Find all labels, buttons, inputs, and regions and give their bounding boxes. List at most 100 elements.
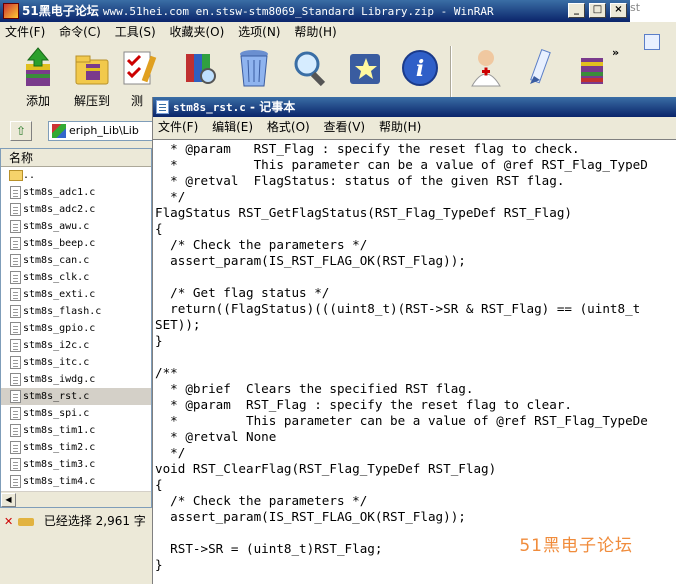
menu-tools[interactable]: 工具(S) bbox=[110, 22, 161, 42]
list-item[interactable]: stm8s_tim2.c bbox=[1, 439, 151, 456]
np-menu-format[interactable]: 格式(O) bbox=[262, 117, 315, 137]
doctor-icon bbox=[471, 50, 501, 87]
list-item[interactable]: stm8s_tim4.c bbox=[1, 473, 151, 490]
address-field[interactable]: eriph_Lib\Lib bbox=[48, 121, 153, 141]
status-bar: ✕ 已经选择 2,961 字 bbox=[0, 512, 152, 530]
winrar-title-site: 51黑电子论坛 bbox=[22, 4, 99, 18]
list-item-selected[interactable]: stm8s_rst.c bbox=[1, 388, 151, 405]
address-bar: ⇧ eriph_Lib\Lib bbox=[0, 118, 155, 144]
code-line: * @retval None bbox=[155, 429, 277, 444]
file-name: stm8s_adc1.c bbox=[23, 187, 96, 198]
file-icon bbox=[10, 373, 21, 386]
np-menu-file[interactable]: 文件(F) bbox=[153, 117, 203, 137]
key-icon[interactable] bbox=[18, 517, 34, 526]
list-item[interactable]: stm8s_gpio.c bbox=[1, 320, 151, 337]
list-item[interactable]: stm8s_tim1.c bbox=[1, 422, 151, 439]
wizard-button[interactable] bbox=[340, 46, 392, 92]
np-menu-help[interactable]: 帮助(H) bbox=[374, 117, 426, 137]
scroll-left-icon[interactable]: ◀ bbox=[1, 493, 16, 507]
minimize-button[interactable]: _ bbox=[568, 3, 585, 18]
up-folder-button[interactable]: ⇧ bbox=[10, 121, 32, 141]
code-line: assert_param(IS_RST_FLAG_OK(RST_Flag)); bbox=[155, 509, 466, 524]
view-books-icon bbox=[186, 54, 216, 84]
list-item[interactable]: stm8s_awu.c bbox=[1, 218, 151, 235]
list-item[interactable]: stm8s_adc1.c bbox=[1, 184, 151, 201]
code-line: /* Check the parameters */ bbox=[155, 237, 368, 252]
close-button[interactable]: × bbox=[610, 3, 627, 18]
code-line: * @brief Clears the specified RST flag. bbox=[155, 381, 474, 396]
list-item[interactable]: stm8s_adc2.c bbox=[1, 201, 151, 218]
file-icon bbox=[10, 407, 21, 420]
notepad-titlebar[interactable]: stm8s_rst.c - 记事本 bbox=[153, 97, 676, 117]
file-icon bbox=[10, 254, 21, 267]
list-item[interactable]: stm8s_tim3.c bbox=[1, 456, 151, 473]
sfx-button[interactable] bbox=[568, 46, 614, 92]
delete-button[interactable] bbox=[228, 46, 280, 92]
code-line: FlagStatus RST_GetFlagStatus(RST_Flag_Ty… bbox=[155, 205, 573, 220]
file-list[interactable]: 名称 .. stm8s_adc1.c stm8s_adc2.c stm8s_aw… bbox=[0, 148, 152, 508]
code-line: SET)); bbox=[155, 317, 201, 332]
list-item[interactable]: stm8s_can.c bbox=[1, 252, 151, 269]
file-name: stm8s_beep.c bbox=[23, 238, 96, 249]
code-line: } bbox=[155, 557, 163, 572]
np-menu-edit[interactable]: 编辑(E) bbox=[207, 117, 258, 137]
code-line: */ bbox=[155, 189, 186, 204]
status-icons: ✕ bbox=[2, 515, 40, 529]
list-item[interactable]: stm8s_iwdg.c bbox=[1, 371, 151, 388]
list-item[interactable]: stm8s_spi.c bbox=[1, 405, 151, 422]
file-icon bbox=[10, 237, 21, 250]
horizontal-scrollbar[interactable]: ◀ bbox=[1, 491, 151, 507]
close-x-icon[interactable]: ✕ bbox=[4, 515, 13, 528]
list-item[interactable]: stm8s_clk.c bbox=[1, 269, 151, 286]
menu-favorites[interactable]: 收藏夹(O) bbox=[165, 22, 230, 42]
list-item[interactable]: stm8s_flash.c bbox=[1, 303, 151, 320]
add-archive-icon bbox=[26, 47, 50, 86]
background-window-title: st bbox=[630, 0, 676, 22]
np-menu-view[interactable]: 查看(V) bbox=[319, 117, 371, 137]
file-name: stm8s_i2c.c bbox=[23, 340, 90, 351]
column-header-name[interactable]: 名称 bbox=[1, 149, 151, 167]
winrar-title-path: www.51hei.com en.stsw-stm8069_Standard L… bbox=[102, 5, 494, 18]
extract-folder-icon bbox=[75, 55, 109, 85]
maximize-button[interactable]: □ bbox=[589, 3, 606, 18]
list-item[interactable]: stm8s_beep.c bbox=[1, 235, 151, 252]
extract-to-label: 解压到 bbox=[73, 94, 110, 108]
test-button[interactable]: 测 bbox=[118, 46, 157, 109]
view-button[interactable] bbox=[174, 46, 226, 92]
file-icon bbox=[10, 220, 21, 233]
menu-file[interactable]: 文件(F) bbox=[0, 22, 50, 42]
file-name: stm8s_itc.c bbox=[23, 357, 90, 368]
file-name: stm8s_awu.c bbox=[23, 221, 90, 232]
info-button[interactable]: i bbox=[394, 46, 446, 92]
menu-options[interactable]: 选项(N) bbox=[233, 22, 285, 42]
code-line: /** bbox=[155, 365, 178, 380]
address-text: eriph_Lib\Lib bbox=[69, 124, 139, 137]
file-icon bbox=[10, 475, 21, 488]
find-button[interactable] bbox=[284, 46, 336, 92]
list-item[interactable]: stm8s_exti.c bbox=[1, 286, 151, 303]
extract-to-button[interactable]: 解压到 bbox=[66, 46, 118, 109]
magnifier-icon bbox=[294, 51, 326, 87]
file-icon bbox=[10, 339, 21, 352]
background-window-fragment: » st bbox=[612, 0, 676, 97]
text-editor[interactable]: * @param RST_Flag : specify the reset fl… bbox=[153, 139, 676, 584]
toolbar-overflow-chevron-icon[interactable]: » bbox=[612, 46, 619, 59]
menu-commands[interactable]: 命令(C) bbox=[54, 22, 106, 42]
virus-scan-button[interactable] bbox=[460, 46, 512, 92]
file-name: stm8s_tim2.c bbox=[23, 442, 96, 453]
file-icon bbox=[10, 288, 21, 301]
add-label: 添加 bbox=[25, 94, 50, 108]
file-name: .. bbox=[23, 170, 36, 181]
status-text: 已经选择 2,961 字 bbox=[43, 514, 146, 528]
code-line: * @param RST_Flag : specify the reset fl… bbox=[155, 397, 573, 412]
menu-help[interactable]: 帮助(H) bbox=[289, 22, 341, 42]
info-icon: i bbox=[402, 50, 438, 86]
add-button[interactable]: 添加 bbox=[12, 46, 64, 109]
list-item[interactable]: stm8s_i2c.c bbox=[1, 337, 151, 354]
list-item[interactable]: stm8s_itc.c bbox=[1, 354, 151, 371]
comment-button[interactable] bbox=[514, 46, 566, 92]
code-line: * @retval FlagStatus: status of the give… bbox=[155, 173, 565, 188]
list-item-parent[interactable]: .. bbox=[1, 167, 151, 184]
wizard-icon bbox=[350, 54, 380, 84]
notepad-title-file: stm8s_rst.c bbox=[173, 101, 246, 114]
